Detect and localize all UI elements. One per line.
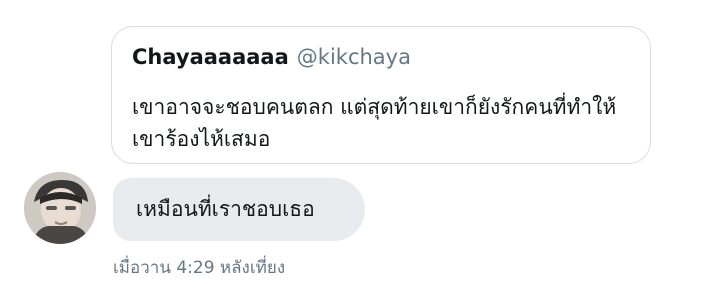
quoted-tweet-header: Chayaaaaaaa @kikchaya: [132, 44, 411, 70]
avatar-photo-icon: [24, 172, 96, 244]
quoted-tweet-card[interactable]: Chayaaaaaaa @kikchaya เขาอาจจะชอบคนตลก แต…: [111, 26, 651, 164]
quoted-tweet-handle[interactable]: @kikchaya: [297, 45, 411, 69]
message-bubble[interactable]: เหมือนที่เราชอบเธอ: [113, 178, 365, 241]
dm-conversation: Chayaaaaaaa @kikchaya เขาอาจจะชอบคนตลก แต…: [0, 0, 720, 303]
quoted-tweet-text: เขาอาจจะชอบคนตลก แต่สุดท้ายเขาก็ยังรักคน…: [132, 95, 617, 151]
message-text: เหมือนที่เราชอบเธอ: [136, 197, 315, 221]
sender-avatar[interactable]: [24, 172, 96, 244]
quoted-tweet-display-name[interactable]: Chayaaaaaaa: [132, 45, 289, 69]
message-timestamp: เมื่อวาน 4:29 หลังเที่ยง: [113, 258, 286, 278]
